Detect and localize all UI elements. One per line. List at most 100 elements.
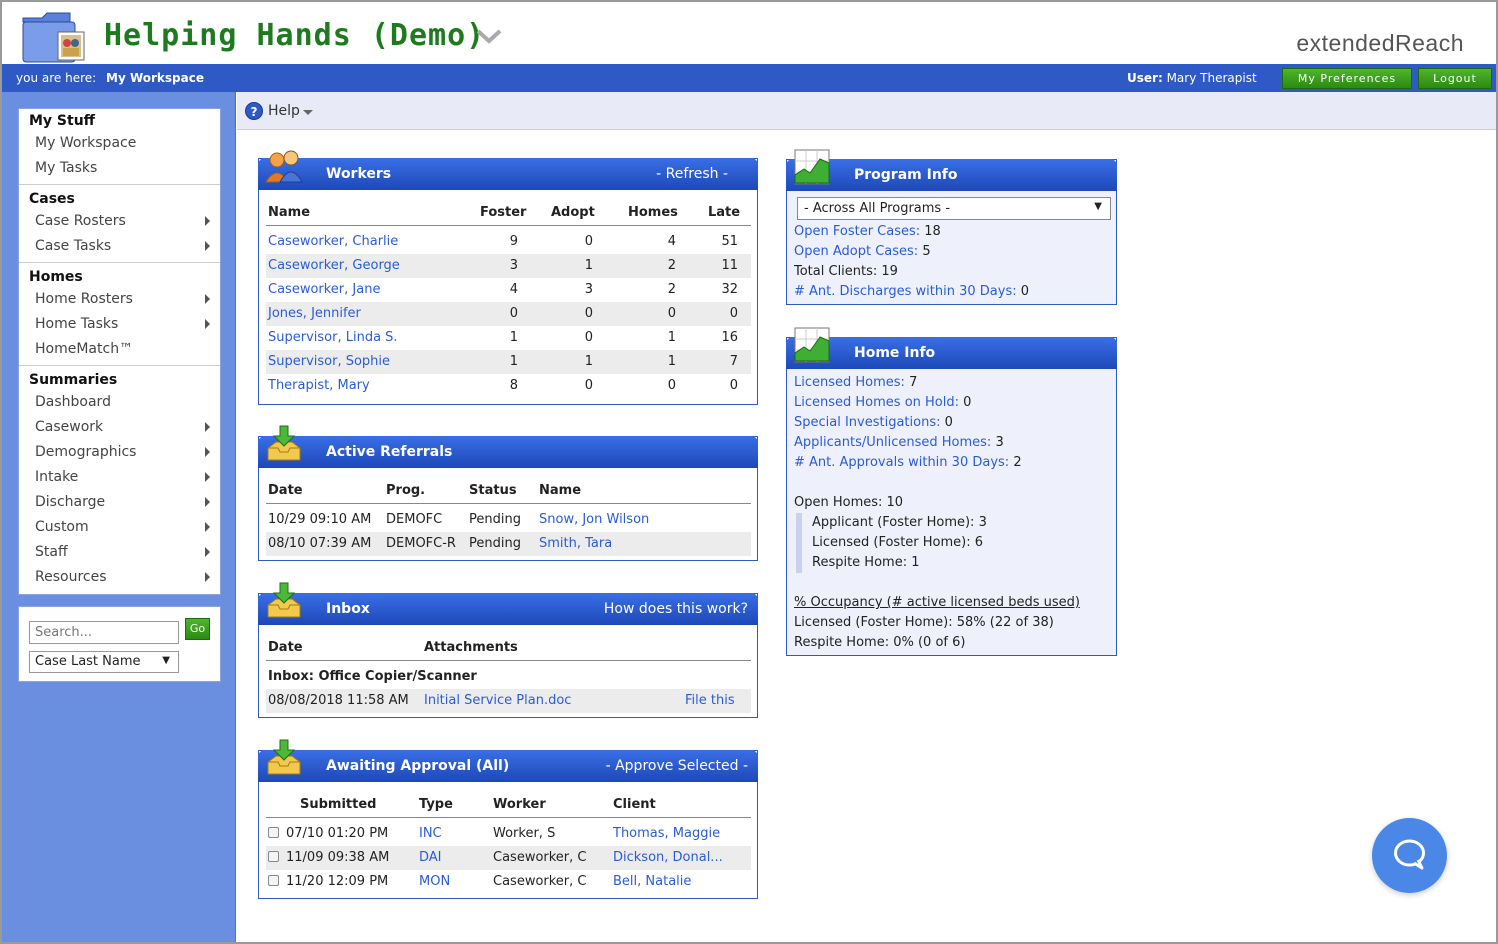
header: Helping Hands (Demo) extendedReach [2,2,1496,64]
sidebar-item-intake[interactable]: Intake [19,465,220,490]
column-header[interactable]: Submitted [300,797,376,812]
table-row: 10/29 09:10 AM DEMOFC Pending Snow, Jon … [266,508,751,532]
type-link[interactable]: INC [419,826,442,841]
logout-button[interactable]: Logout [1418,68,1492,89]
program-info-panel: Program Info - Across All Programs - ▼ O… [786,149,1117,305]
worker-name-link[interactable]: Caseworker, Charlie [268,234,398,249]
sidebar-item-case-rosters[interactable]: Case Rosters [19,209,220,234]
occupancy-link[interactable]: % Occupancy (# active licensed beds used… [794,593,1080,613]
column-header[interactable]: Client [613,797,656,812]
homes-count: 2 [667,258,676,273]
column-header[interactable]: Late [708,205,740,220]
sidebar-item-staff[interactable]: Staff [19,540,220,565]
foster-count: 9 [509,234,518,249]
column-header[interactable]: Name [268,205,310,220]
client-link[interactable]: Thomas, Maggie [613,826,720,841]
help-bar: ? Help [237,92,1496,130]
column-header[interactable]: Foster [480,205,526,220]
homes-count: 2 [667,282,676,297]
worker-name-link[interactable]: Therapist, Mary [268,378,370,393]
open-adopt-cases-link[interactable]: Open Adopt Cases: [794,244,918,259]
column-header[interactable]: Type [419,797,453,812]
sidebar-item-home-rosters[interactable]: Home Rosters [19,287,220,312]
sidebar-item-custom[interactable]: Custom [19,515,220,540]
sidebar-item-demographics[interactable]: Demographics [19,440,220,465]
sidebar-item-home-tasks[interactable]: Home Tasks [19,312,220,337]
type-link[interactable]: MON [419,874,450,889]
my-preferences-button[interactable]: My Preferences [1282,68,1412,89]
program-select-value: - Across All Programs - [804,201,951,216]
sidebar-item-label: My Tasks [35,160,98,176]
program-select[interactable]: - Across All Programs - ▼ [797,197,1111,220]
app-title[interactable]: Helping Hands (Demo) [104,18,485,53]
home-stats: Licensed Homes: 7 Licensed Homes on Hold… [794,373,1080,653]
worker-name-link[interactable]: Supervisor, Linda S. [268,330,398,345]
applicants-link[interactable]: Applicants/Unlicensed Homes: [794,435,991,450]
sidebar-item-homematch[interactable]: HomeMatch™ [19,337,220,362]
sidebar-item-my-tasks[interactable]: My Tasks [19,156,220,181]
client-link[interactable]: Bell, Natalie [613,874,691,889]
row-checkbox[interactable] [268,826,279,841]
sidebar: My Stuff My Workspace My Tasks Cases Cas… [2,92,236,942]
breakdown-item: Applicant (Foster Home): 3 [812,515,987,530]
column-header[interactable]: Adopt [551,205,595,220]
column-header[interactable]: Name [539,483,581,498]
adopt-count: 0 [584,234,593,249]
help-icon[interactable]: ? [245,102,263,120]
sidebar-item-label: Home Rosters [35,291,133,307]
sidebar-item-discharge[interactable]: Discharge [19,490,220,515]
worker-name-link[interactable]: Caseworker, Jane [268,282,380,297]
type-link[interactable]: DAI [419,850,442,865]
column-header[interactable]: Prog. [386,483,425,498]
worker-name-link[interactable]: Caseworker, George [268,258,400,273]
licensed-homes-link[interactable]: Licensed Homes: [794,375,905,390]
ant-approvals-link[interactable]: # Ant. Approvals within 30 Days: [794,455,1009,470]
client-link[interactable]: Dickson, Donal... [613,850,723,865]
homes-count: 1 [667,354,676,369]
table-row: 11/09 09:38 AM DAI Caseworker, C Dickson… [266,846,751,870]
open-foster-cases-link[interactable]: Open Foster Cases: [794,224,920,239]
row-checkbox[interactable] [268,874,279,889]
sidebar-item-my-workspace[interactable]: My Workspace [19,131,220,156]
referral-program: DEMOFC [386,512,443,527]
worker-name-link[interactable]: Supervisor, Sophie [268,354,390,369]
chevron-down-icon[interactable] [476,28,502,48]
sidebar-item-casework[interactable]: Casework [19,415,220,440]
chevron-right-icon [205,294,210,304]
column-header[interactable]: Status [469,483,517,498]
chat-support-button[interactable] [1372,818,1447,893]
worker-name-link[interactable]: Jones, Jennifer [268,306,361,321]
referral-name-link[interactable]: Snow, Jon Wilson [539,512,649,527]
open-homes: Open Homes: 10 [794,495,904,510]
program-stats: Open Foster Cases: 18 Open Adopt Cases: … [794,222,1029,302]
column-header[interactable]: Homes [628,205,678,220]
chevron-right-icon [205,547,210,557]
row-checkbox[interactable] [268,850,279,865]
approve-selected-link[interactable]: - Approve Selected - [606,758,748,774]
referrals-table: Date Prog. Status Name 10/29 09:10 AM DE… [266,477,751,556]
adopt-count: 0 [584,378,593,393]
search-type-select[interactable]: Case Last Name ▼ [29,651,179,673]
dropdown-arrow-icon: ▼ [162,655,170,666]
sidebar-item-resources[interactable]: Resources [19,565,220,590]
go-button[interactable]: Go [185,618,210,640]
ant-discharges-link[interactable]: # Ant. Discharges within 30 Days: [794,284,1017,299]
help-menu[interactable]: Help [268,103,300,119]
search-input[interactable] [29,621,179,644]
attachment-link[interactable]: Initial Service Plan.doc [424,693,571,708]
homes-on-hold-link[interactable]: Licensed Homes on Hold: [794,395,959,410]
home-info-panel: Home Info Licensed Homes: 7 Licensed Hom… [786,327,1117,656]
panel-title: Awaiting Approval (All) [326,758,510,774]
special-investigations-link[interactable]: Special Investigations: [794,415,941,430]
sidebar-item-dashboard[interactable]: Dashboard [19,390,220,415]
column-header[interactable]: Worker [493,797,546,812]
how-does-this-work-link[interactable]: How does this work? [604,601,748,617]
dropdown-arrow-icon[interactable] [303,110,313,115]
referral-name-link[interactable]: Smith, Tara [539,536,612,551]
refresh-link[interactable]: - Refresh - [656,166,728,182]
sidebar-item-label: Demographics [35,444,137,460]
column-header[interactable]: Date [268,483,303,498]
table-row: Supervisor, Sophie 1 1 1 7 [266,350,751,374]
sidebar-item-case-tasks[interactable]: Case Tasks [19,234,220,259]
file-this-link[interactable]: File this [685,693,735,708]
